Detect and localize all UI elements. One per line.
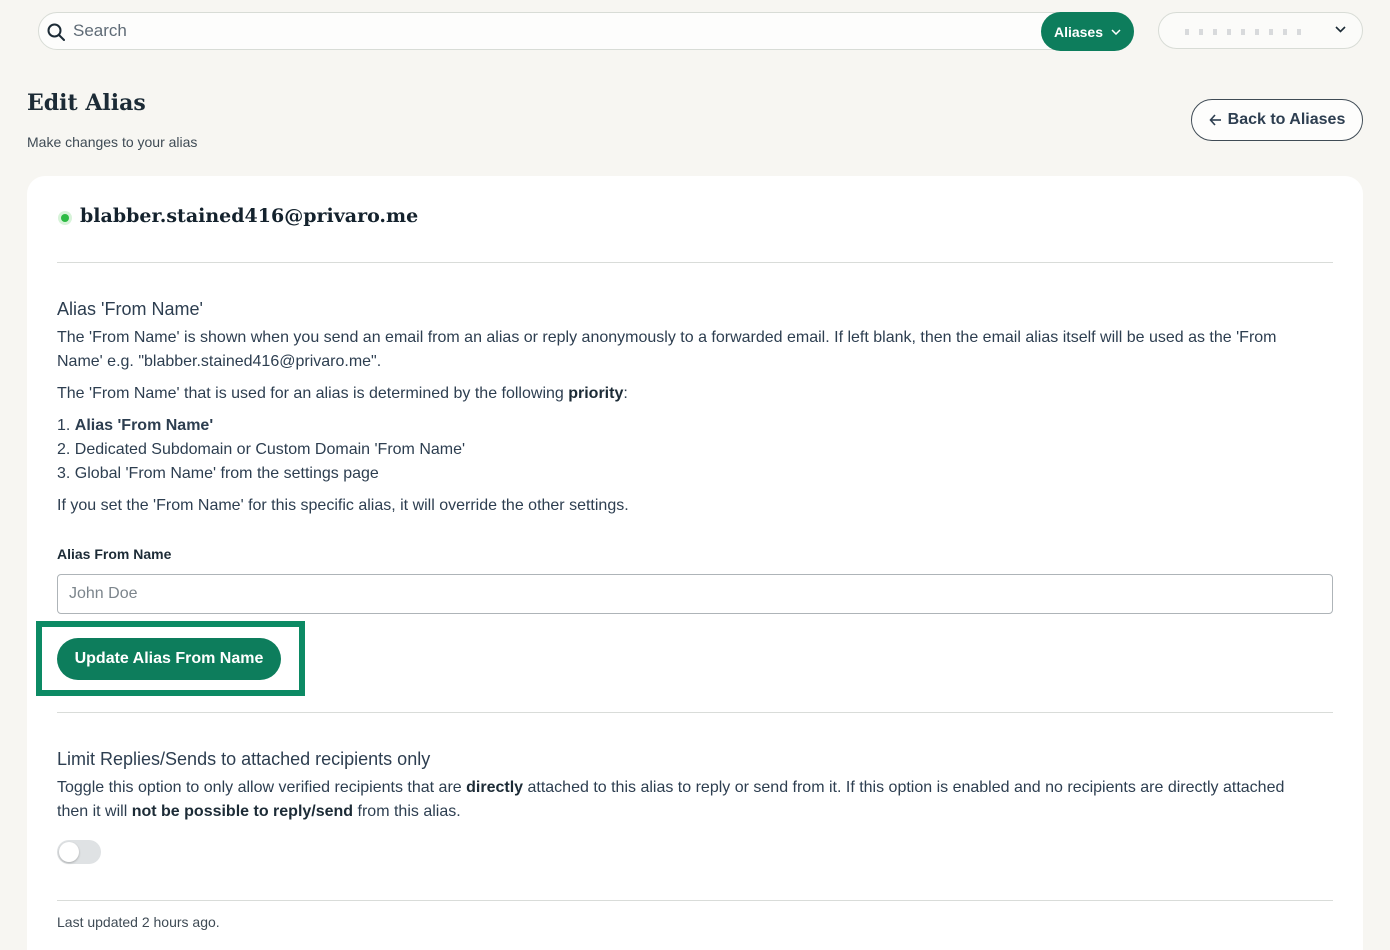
divider [57, 712, 1333, 713]
priority-list: 1. Alias 'From Name' 2. Dedicated Subdom… [57, 414, 465, 486]
search-icon [47, 23, 65, 41]
back-button-label: Back to Aliases [1227, 111, 1346, 128]
from-name-section-title: Alias 'From Name' [57, 299, 203, 319]
divider [57, 262, 1333, 263]
chevron-down-icon [1111, 28, 1121, 35]
limit-replies-description: Toggle this option to only allow verifie… [57, 779, 1285, 820]
limit-replies-toggle[interactable] [57, 840, 101, 864]
top-bar: Aliases [0, 0, 1390, 62]
from-name-field-label: Alias From Name [57, 546, 172, 562]
search-input[interactable] [73, 13, 1033, 49]
search-bar[interactable] [38, 12, 1134, 50]
alias-email: blabber.stained416@privaro.me [80, 205, 419, 227]
from-name-description: The 'From Name' is shown when you send a… [57, 329, 1277, 370]
update-alias-from-name-button[interactable]: Update Alias From Name [57, 638, 281, 680]
page-subtitle: Make changes to your alias [27, 134, 198, 150]
alias-status-indicator [58, 211, 72, 225]
user-account-dropdown[interactable] [1158, 12, 1363, 49]
priority-intro: The 'From Name' that is used for an alia… [57, 385, 628, 402]
chevron-down-icon [1335, 26, 1346, 33]
edit-alias-card [27, 176, 1363, 950]
list-item: 3. Global 'From Name' from the settings … [57, 465, 379, 482]
alias-from-name-input[interactable] [57, 574, 1333, 614]
last-updated-text: Last updated 2 hours ago. [57, 914, 220, 930]
list-item: 2. Dedicated Subdomain or Custom Domain … [57, 441, 466, 458]
list-item: 1. Alias 'From Name' [57, 417, 214, 434]
aliases-dropdown-label: Aliases [1053, 23, 1104, 40]
page-title: Edit Alias [27, 90, 146, 116]
aliases-filter-dropdown[interactable]: Aliases [1041, 12, 1134, 51]
redacted-username [1185, 29, 1305, 35]
divider [57, 900, 1333, 901]
toggle-knob [59, 842, 79, 862]
arrow-left-icon [1209, 114, 1221, 126]
override-note: If you set the 'From Name' for this spec… [57, 497, 629, 514]
limit-replies-section-title: Limit Replies/Sends to attached recipien… [57, 749, 431, 769]
back-to-aliases-button[interactable]: Back to Aliases [1191, 99, 1363, 141]
